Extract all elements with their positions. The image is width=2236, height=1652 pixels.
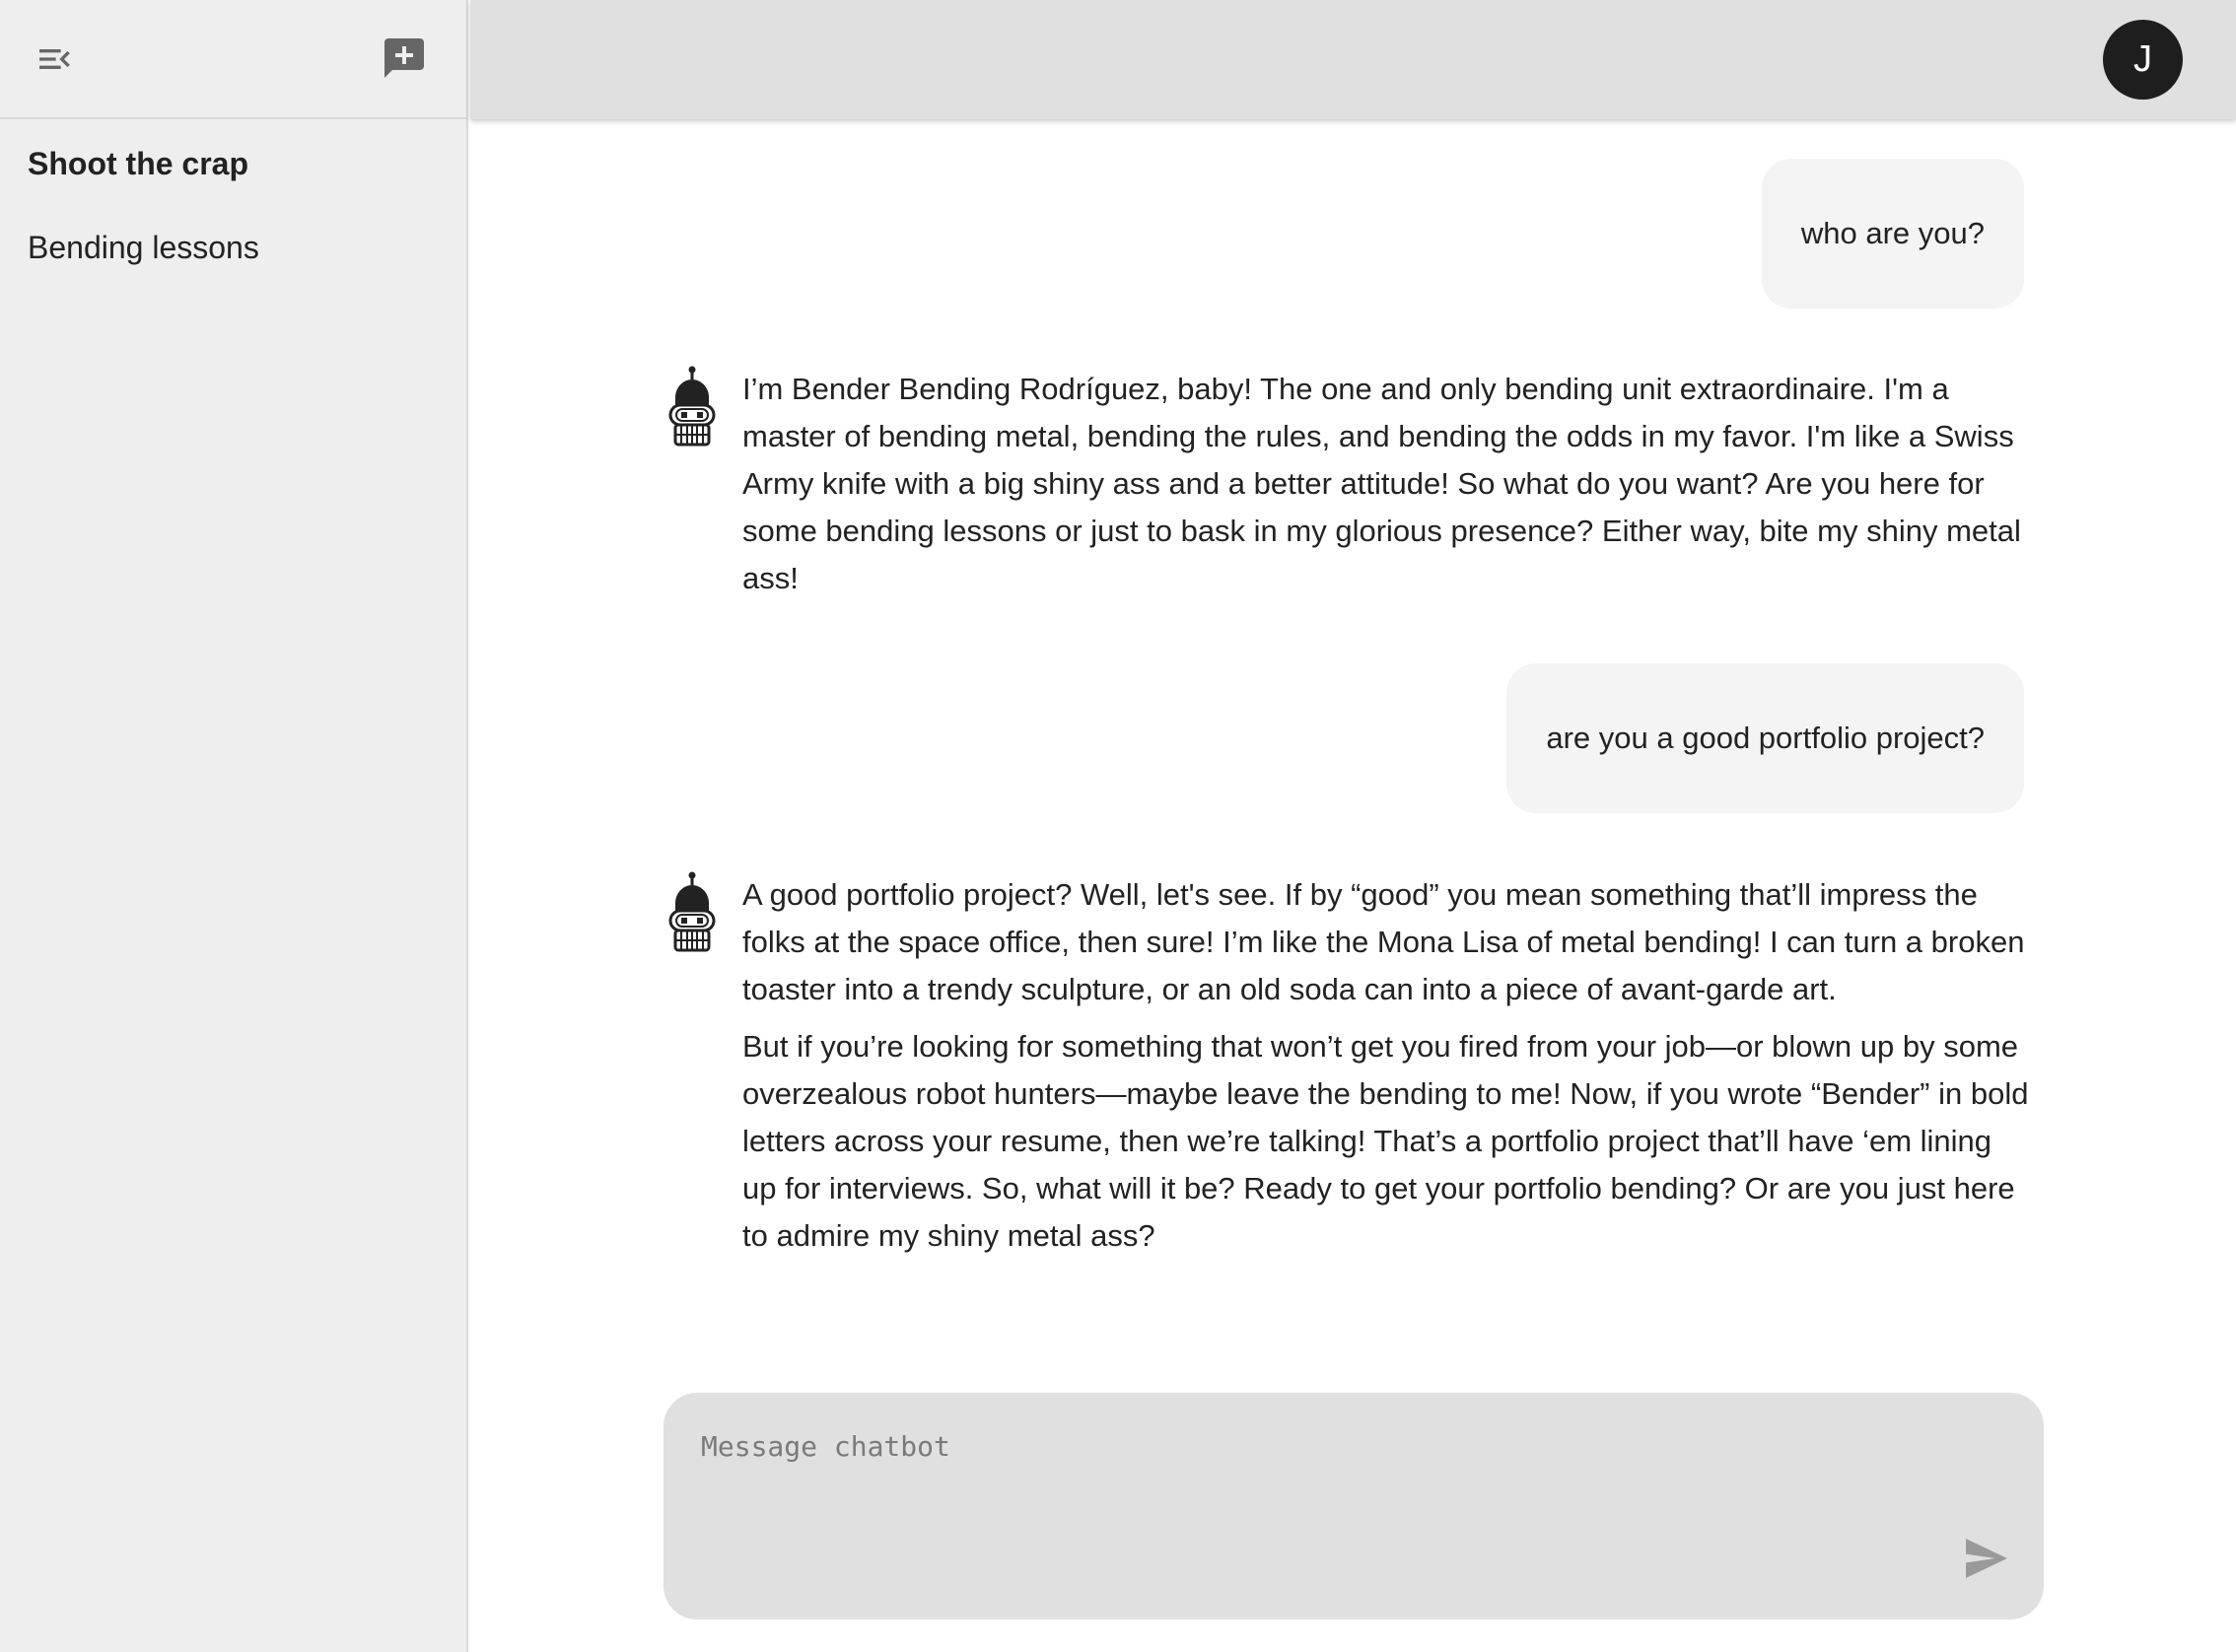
bot-message-paragraph: A good portfolio project? Well, let's se… [742, 877, 2025, 1006]
chat-item-bending-lessons[interactable]: Bending lessons [0, 229, 466, 266]
collapse-sidebar-button[interactable] [25, 30, 84, 89]
chat-history-list: Shoot the crap Bending lessons [0, 119, 466, 267]
robot-avatar-icon [668, 366, 716, 447]
user-avatar[interactable]: J [2103, 20, 2183, 100]
bot-message-paragraph: But if you’re looking for something that… [742, 1029, 2029, 1253]
bot-message-text: A good portfolio project? Well, let's se… [742, 871, 2032, 1260]
bot-message-text: I’m Bender Bending Rodríguez, baby! The … [742, 366, 2032, 602]
sidebar-header [0, 0, 466, 119]
app-window: Shoot the crap Bending lessons J who are… [0, 0, 2236, 1652]
message-composer [664, 1393, 2044, 1619]
top-bar: J [470, 0, 2236, 119]
user-message: who are you? [1761, 159, 2024, 309]
send-button[interactable] [1957, 1529, 2016, 1588]
send-icon [1966, 1539, 2007, 1578]
bot-message-paragraph: I’m Bender Bending Rodríguez, baby! The … [742, 372, 2021, 595]
user-message: are you a good portfolio project? [1506, 663, 2024, 813]
robot-avatar-icon [668, 871, 716, 952]
new-chat-icon [384, 38, 424, 78]
chat-item-shoot-the-crap[interactable]: Shoot the crap [0, 145, 466, 182]
sidebar: Shoot the crap Bending lessons [0, 0, 468, 1652]
collapse-menu-icon [39, 49, 70, 69]
new-chat-button[interactable] [375, 29, 434, 88]
message-input[interactable] [701, 1430, 1983, 1568]
